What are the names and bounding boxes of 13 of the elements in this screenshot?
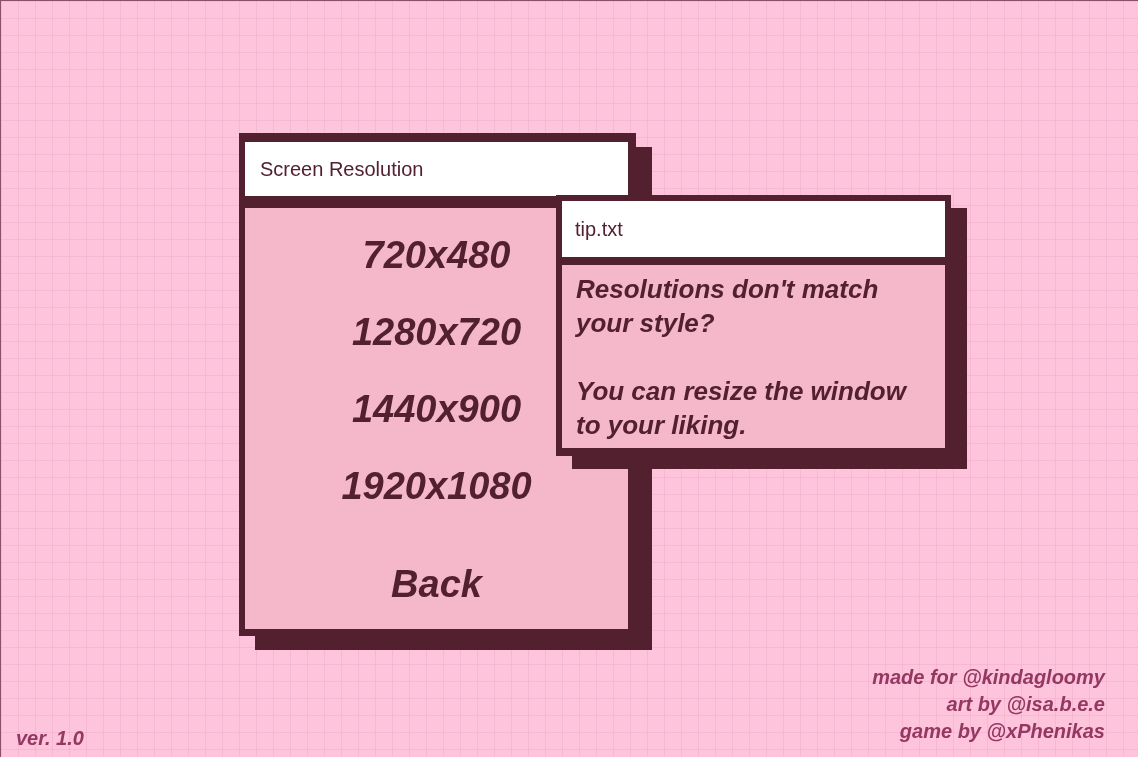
resolution-option[interactable]: 1920x1080 (333, 448, 540, 525)
credit-line: game by @xPhenikas (899, 719, 1105, 744)
window-title: tip.txt (562, 201, 945, 257)
back-button[interactable]: Back (383, 546, 490, 623)
tip-text: Resolutions don't match your style? (576, 273, 880, 340)
resolution-option[interactable]: 1440x900 (343, 371, 530, 448)
credit-line: made for @kindagloomy (872, 665, 1105, 690)
resolution-option[interactable]: 720x480 (354, 217, 519, 294)
tip-text: You can resize the window to your liking. (576, 375, 908, 442)
window-title: Screen Resolution (245, 142, 628, 196)
credit-line: art by @isa.b.e.e (946, 692, 1105, 717)
version-label: ver. 1.0 (16, 726, 84, 751)
resolution-option[interactable]: 1280x720 (343, 294, 530, 371)
